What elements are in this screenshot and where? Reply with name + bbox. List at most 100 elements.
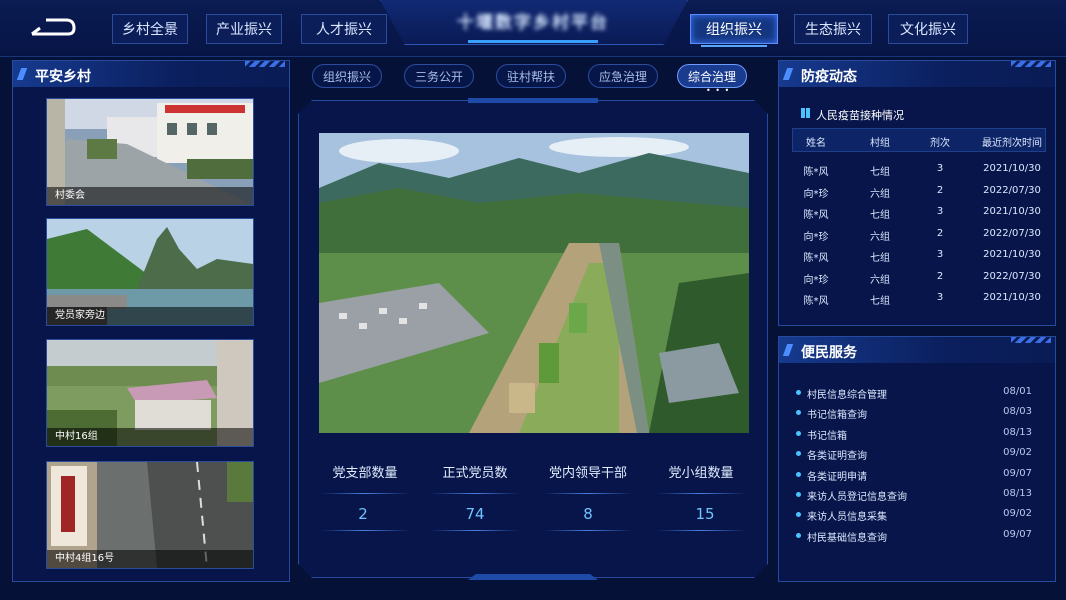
nav-organization[interactable]: 组织振兴 (690, 14, 778, 47)
list-item[interactable]: 书记信箱查询 08/03 (796, 405, 1032, 421)
table-cell: 陈*风 (803, 167, 829, 178)
table-cell: 七组 (870, 167, 890, 178)
page-title: 十堰数字乡村平台 (457, 13, 609, 33)
list-item[interactable]: 村民基础信息查询 09/07 (796, 528, 1032, 544)
tab-emergency[interactable]: 应急治理 (588, 64, 658, 88)
tab-organization[interactable]: 组织振兴 (312, 64, 382, 88)
table-cell: 六组 (870, 188, 890, 200)
vaccine-subtitle: 人民疫苗接种情况 (816, 109, 904, 122)
table-cell: 2 (936, 184, 944, 196)
service-date: 08/01 (1003, 386, 1032, 397)
service-label: 来访人员信息采集 (807, 512, 887, 524)
service-date: 09/07 (1003, 467, 1032, 479)
table-cell: 3 (936, 292, 944, 303)
stat-divider (656, 530, 746, 531)
table-cell: 2022/07/30 (983, 270, 1041, 282)
nav-ecology[interactable]: 生态振兴 (794, 14, 872, 44)
panel-title: 防疫动态 (801, 69, 857, 85)
list-item[interactable]: 书记信箱 08/13 (796, 426, 1032, 442)
panel-title: 便民服务 (801, 345, 857, 361)
table-cell: 2021/10/30 (983, 249, 1041, 260)
bullet-icon (796, 471, 801, 477)
active-tab-indicator-icon: • • • (706, 86, 731, 95)
table-cell: 七组 (870, 296, 890, 307)
stat-divider (543, 530, 633, 531)
table-cell: 3 (936, 249, 944, 260)
stat-label-leaders: 党内领导干部 (548, 466, 627, 481)
service-label: 书记信箱 (807, 430, 847, 442)
table-cell: 向*珍 (803, 188, 829, 200)
camera-feed-4[interactable]: 中村4组16号 (46, 461, 254, 569)
camera-feed-3[interactable]: 中村16组 (46, 339, 254, 447)
nav-rural-overview[interactable]: 乡村全景 (112, 14, 188, 44)
stat-divider (320, 493, 410, 494)
service-label: 各类证明申请 (807, 471, 867, 483)
col-date: 最近剂次时间 (982, 138, 1042, 149)
bullet-icon (796, 410, 801, 416)
back-icon[interactable] (28, 14, 76, 42)
title-underline (468, 40, 598, 43)
table-cell: 七组 (870, 253, 890, 264)
nav-industry[interactable]: 产业振兴 (206, 14, 282, 44)
bullet-icon (796, 451, 801, 457)
table-cell: 3 (936, 206, 944, 217)
stat-divider (320, 530, 410, 531)
table-cell: 2021/10/30 (983, 163, 1041, 174)
camera-feed-2[interactable]: 党员家旁边 (46, 218, 254, 326)
service-date: 09/02 (1003, 447, 1032, 459)
camera-caption: 中村16组 (47, 428, 253, 446)
bullet-icon (796, 492, 801, 497)
camera-feed-1[interactable]: 村委会 (46, 98, 254, 206)
stat-divider (430, 493, 520, 494)
list-item[interactable]: 各类证明申请 09/07 (796, 467, 1032, 483)
service-date: 08/03 (1003, 406, 1032, 418)
table-cell: 2021/10/30 (983, 206, 1041, 217)
table-cell: 七组 (870, 210, 890, 221)
book-icon (801, 108, 810, 118)
camera-caption: 中村4组16号 (47, 550, 253, 568)
center-tabs: 组织振兴 三务公开 驻村帮扶 应急治理 综合治理 (310, 64, 760, 90)
list-item[interactable]: 村民信息综合管理 08/01 (796, 385, 1032, 401)
stat-label-branches: 党支部数量 (332, 466, 398, 481)
list-item[interactable]: 来访人员登记信息查询 08/13 (796, 487, 1032, 503)
camera-caption: 村委会 (47, 187, 253, 205)
service-date: 09/07 (1003, 528, 1032, 540)
bullet-icon (796, 430, 801, 436)
table-cell: 陈*风 (803, 296, 829, 307)
tab-village-support[interactable]: 驻村帮扶 (496, 64, 566, 88)
table-cell: 2021/10/30 (983, 292, 1041, 303)
stat-value-groups: 15 (695, 505, 715, 523)
table-cell: 六组 (870, 231, 890, 243)
tab-three-affairs[interactable]: 三务公开 (404, 64, 474, 88)
tab-comprehensive[interactable]: 综合治理 (677, 64, 747, 88)
stat-value-leaders: 8 (583, 505, 593, 523)
col-name: 姓名 (806, 138, 826, 149)
panel-corner-decoration (1011, 61, 1051, 67)
stat-divider (430, 530, 520, 531)
service-label: 村民信息综合管理 (807, 390, 887, 401)
nav-culture[interactable]: 文化振兴 (888, 14, 968, 44)
bullet-icon (796, 512, 801, 518)
table-cell: 陈*风 (803, 210, 829, 221)
col-dose: 剂次 (930, 138, 950, 149)
stat-divider (543, 493, 633, 494)
list-item[interactable]: 各类证明查询 09/02 (796, 446, 1032, 462)
panel-title: 平安乡村 (35, 69, 91, 85)
table-cell: 2022/07/30 (983, 227, 1041, 239)
service-label: 各类证明查询 (807, 451, 867, 463)
panel-corner-decoration (1011, 337, 1051, 343)
table-cell: 六组 (870, 274, 890, 286)
center-bottom-decoration (468, 574, 598, 580)
list-item[interactable]: 来访人员信息采集 09/02 (796, 507, 1032, 523)
table-cell: 2 (936, 227, 944, 239)
bullet-icon (796, 532, 801, 538)
service-date: 08/13 (1003, 426, 1032, 438)
col-group: 村组 (870, 138, 890, 149)
service-label: 村民基础信息查询 (807, 532, 887, 544)
table-cell: 向*珍 (803, 231, 829, 243)
nav-talent[interactable]: 人才振兴 (301, 14, 387, 44)
aerial-village-image (319, 133, 749, 433)
center-top-decoration (468, 98, 598, 103)
table-cell: 2022/07/30 (983, 184, 1041, 196)
stat-label-members: 正式党员数 (442, 466, 508, 481)
